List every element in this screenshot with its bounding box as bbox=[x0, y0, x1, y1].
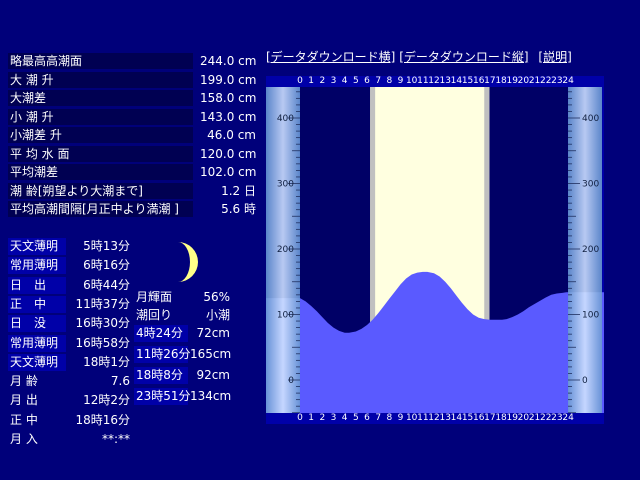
tide-info-label: 小 潮 升 bbox=[8, 108, 193, 125]
sun-moon-label: 常用薄明 bbox=[8, 334, 66, 352]
tide-info-value: 158.0 cm bbox=[200, 91, 257, 105]
tide-info-label: 略最高高潮面 bbox=[8, 53, 193, 69]
y-tick-label: 400 bbox=[582, 114, 599, 124]
tide-info-value: 102.0 cm bbox=[200, 165, 257, 179]
tide-info-label: 平 均 水 面 bbox=[8, 145, 193, 162]
y-tick-label: 100 bbox=[582, 311, 599, 321]
sun-moon-label: 正 中 bbox=[8, 295, 66, 313]
tide-info-label: 潮 齢[朔望より大潮まで] bbox=[8, 182, 193, 199]
sun-moon-value: 18時1分 bbox=[83, 354, 130, 369]
sun-moon-value: 6時16分 bbox=[83, 258, 130, 273]
tide-type-value: 小潮 bbox=[205, 308, 230, 322]
sun-moon-value: 5時13分 bbox=[83, 239, 130, 253]
tide-info-label: 大 潮 升 bbox=[8, 71, 193, 88]
hour-axis-bottom: 0 1 2 3 4 5 6 7 8 9 10 11 12 13 14 15 16 17 18 19 20 21 22 23 24 bbox=[266, 413, 604, 424]
sun-moon-label: 常用薄明 bbox=[8, 257, 66, 275]
sun-moon-label: 日 出 bbox=[8, 276, 66, 294]
sun-moon-label: 月 出 bbox=[8, 392, 66, 410]
right-ruler: 0 100 200 300 400 bbox=[568, 87, 602, 413]
tide-info-value: 120.0 cm bbox=[200, 146, 257, 161]
y-tick-label: 200 bbox=[277, 245, 294, 255]
y-tick-label: 300 bbox=[582, 180, 599, 190]
moon-illumination-label: 月輝面 bbox=[134, 289, 188, 306]
y-tick-label: 0 bbox=[582, 376, 588, 386]
hour-tick-label: 24 bbox=[562, 76, 574, 86]
tide-info-value: 199.0 cm bbox=[200, 72, 257, 87]
tide-type-label: 潮回り bbox=[134, 307, 188, 324]
y-tick-label: 100 bbox=[277, 311, 294, 321]
moon-illumination-value: 56% bbox=[203, 290, 230, 304]
sun-moon-label: 日 没 bbox=[8, 315, 66, 333]
sun-moon-label: 月 入 bbox=[8, 431, 66, 448]
tide-info-value: 46.0 cm bbox=[207, 128, 256, 142]
sun-moon-value: 16時30分 bbox=[75, 316, 130, 331]
tide-info-value: 244.0 cm bbox=[200, 54, 257, 68]
hour-tick-label: 24 bbox=[562, 413, 574, 423]
sun-moon-value: 16時58分 bbox=[75, 335, 130, 350]
tide-event-time: 18時8分 bbox=[134, 367, 188, 384]
sun-moon-label: 正 中 bbox=[8, 411, 66, 429]
download-horizontal-link[interactable]: [データダウンロード横] bbox=[266, 50, 395, 64]
y-tick-label: 400 bbox=[277, 114, 294, 124]
sun-moon-label: 天文薄明 bbox=[8, 353, 66, 371]
y-tick-label: 0 bbox=[288, 376, 294, 386]
sun-moon-label: 天文薄明 bbox=[8, 238, 66, 255]
tide-event-time: 4時24分 bbox=[134, 325, 188, 342]
tide-info-value: 143.0 cm bbox=[200, 109, 257, 124]
hour-axis-top: 0 1 2 3 4 5 6 7 8 9 10 11 12 13 14 15 16 17 18 19 20 21 22 23 24 bbox=[266, 76, 604, 87]
tide-chart: 0 100 200 300 400 0 100 200 300 400 bbox=[266, 87, 604, 413]
tide-event-height: 165cm bbox=[190, 347, 232, 361]
tide-info-value: 5.6 時 bbox=[221, 202, 256, 216]
tide-info-label: 平均高潮間隔[月正中より満潮 ] bbox=[8, 201, 193, 217]
tide-event-height: 92cm bbox=[196, 368, 230, 382]
tide-event-height: 134cm bbox=[190, 389, 232, 403]
sun-moon-value: 6時44分 bbox=[83, 277, 130, 292]
sun-moon-value: 11時37分 bbox=[75, 296, 130, 311]
left-ruler: 0 100 200 300 400 bbox=[266, 87, 300, 413]
sun-moon-value: 12時2分 bbox=[83, 393, 130, 408]
download-links: [データダウンロード横] [データダウンロード縦] [説明] bbox=[266, 48, 572, 65]
tide-info-label: 平均潮差 bbox=[8, 164, 193, 180]
sun-moon-label: 月 齢 bbox=[8, 373, 66, 391]
tide-info-label: 小潮差 升 bbox=[8, 127, 193, 143]
tide-event-time: 23時51分 bbox=[134, 388, 191, 405]
sun-moon-value: 7.6 bbox=[110, 374, 130, 389]
sun-moon-value: **:** bbox=[101, 432, 130, 446]
help-link[interactable]: [説明] bbox=[538, 50, 571, 64]
tide-event-height: 72cm bbox=[196, 326, 230, 340]
sun-moon-value: 18時16分 bbox=[75, 412, 130, 427]
download-vertical-link[interactable]: [データダウンロード縦] bbox=[399, 50, 528, 64]
tide-event-time: 11時26分 bbox=[134, 346, 191, 363]
moon-phase-icon bbox=[178, 242, 198, 282]
tide-info-label: 大潮差 bbox=[8, 90, 193, 106]
y-tick-label: 200 bbox=[582, 245, 599, 255]
tide-info-value: 1.2 日 bbox=[221, 183, 256, 198]
y-tick-label: 300 bbox=[277, 180, 294, 190]
